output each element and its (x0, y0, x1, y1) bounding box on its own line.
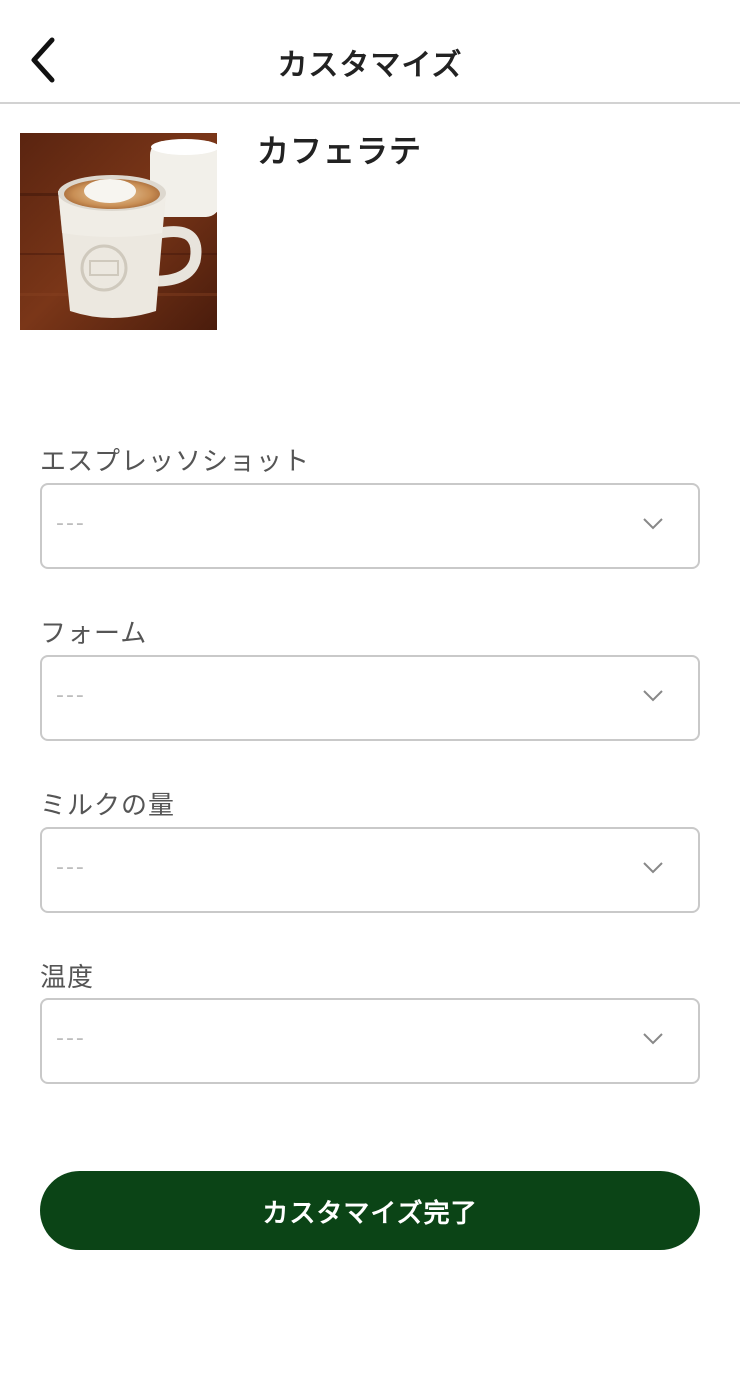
field-label-foam: フォーム (40, 619, 148, 649)
select-value: --- (56, 511, 86, 536)
product-image (20, 133, 217, 330)
chevron-down-icon (643, 518, 663, 530)
milk-amount-select[interactable]: --- (40, 827, 700, 913)
customize-done-label: カスタマイズ完了 (262, 1199, 478, 1229)
app-header: カスタマイズ (0, 0, 740, 104)
field-label-milk-amount: ミルクの量 (40, 791, 176, 821)
product-name: カフェラテ (257, 132, 423, 170)
field-label-espresso-shot: エスプレッソショット (40, 447, 311, 477)
chevron-down-icon (643, 862, 663, 874)
select-value: --- (56, 683, 86, 708)
select-value: --- (56, 855, 86, 880)
temperature-select[interactable]: --- (40, 998, 700, 1084)
chevron-down-icon (643, 690, 663, 702)
foam-select[interactable]: --- (40, 655, 700, 741)
field-label-temperature: 温度 (40, 963, 95, 993)
customize-done-button[interactable]: カスタマイズ完了 (40, 1171, 700, 1250)
espresso-shot-select[interactable]: --- (40, 483, 700, 569)
chevron-down-icon (643, 1033, 663, 1045)
select-value: --- (56, 1026, 86, 1051)
page-title: カスタマイズ (277, 48, 463, 83)
